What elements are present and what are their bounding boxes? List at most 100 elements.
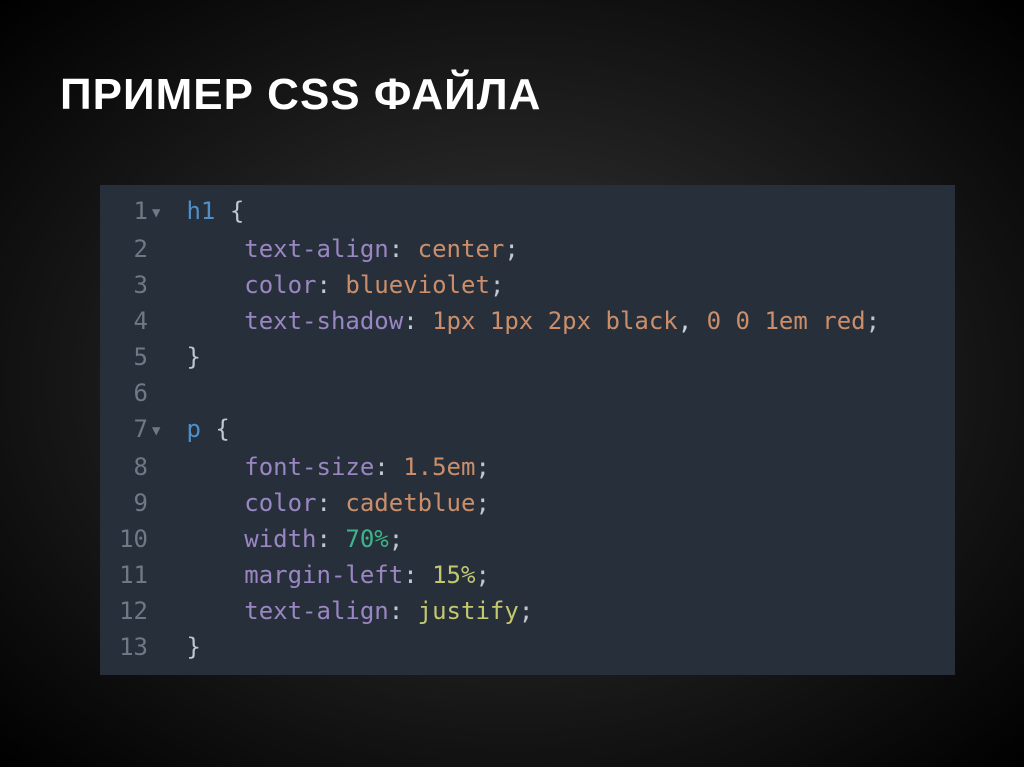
code-token: : [389,235,418,263]
code-token: : [403,307,432,335]
code-token [172,525,244,553]
code-content: h1 { [170,193,244,231]
fold-icon[interactable]: ▼ [152,411,170,449]
page-title: ПРИМЕР CSS ФАЙЛА [60,70,964,120]
code-token: margin-left [244,561,403,589]
code-token: ; [389,525,403,553]
code-token: 70% [345,525,388,553]
code-content: color: blueviolet; [170,267,504,303]
code-line: 12 text-align: justify; [100,593,955,629]
code-token [215,197,229,225]
code-content: font-size: 1.5em; [170,449,490,485]
line-number: 9 [100,485,152,521]
code-token: blueviolet [345,271,490,299]
code-token [172,561,244,589]
code-token: : [374,453,403,481]
code-token: justify [418,597,519,625]
line-number: 3 [100,267,152,303]
code-token: { [215,415,229,443]
code-block: 1▼ h1 {2 text-align: center;3 color: blu… [100,185,955,675]
code-token: ; [866,307,880,335]
code-token: } [186,633,200,661]
code-token [172,271,244,299]
code-token: 0 0 1em red [707,307,866,335]
code-line: 10 width: 70%; [100,521,955,557]
code-token: ; [475,561,489,589]
code-content: text-align: center; [170,231,519,267]
slide: ПРИМЕР CSS ФАЙЛА 1▼ h1 {2 text-align: ce… [0,0,1024,675]
line-number: 6 [100,375,152,411]
code-line: 2 text-align: center; [100,231,955,267]
line-number: 8 [100,449,152,485]
code-token [172,235,244,263]
code-token: } [186,343,200,371]
code-token: color [244,271,316,299]
line-number: 10 [100,521,152,557]
fold-icon [152,231,170,267]
fold-icon [152,267,170,303]
code-line: 13 } [100,629,955,665]
code-content: text-align: justify; [170,593,533,629]
line-number: 12 [100,593,152,629]
code-token: : [317,525,346,553]
code-token: center [418,235,505,263]
line-number: 1 [100,193,152,231]
code-content: width: 70%; [170,521,403,557]
code-token: text-align [244,597,389,625]
code-token [172,453,244,481]
code-token [172,415,186,443]
code-token: : [317,271,346,299]
code-token: width [244,525,316,553]
line-number: 4 [100,303,152,339]
code-token: , [678,307,707,335]
code-line: 3 color: blueviolet; [100,267,955,303]
code-token [172,597,244,625]
code-token: : [317,489,346,517]
code-content [170,375,186,411]
code-token [172,197,186,225]
fold-icon [152,375,170,411]
line-number: 11 [100,557,152,593]
code-token: ; [475,489,489,517]
fold-icon [152,303,170,339]
code-line: 7▼ p { [100,411,955,449]
code-token: 15% [432,561,475,589]
fold-icon [152,485,170,521]
code-line: 9 color: cadetblue; [100,485,955,521]
fold-icon [152,449,170,485]
fold-icon [152,593,170,629]
code-token: ; [519,597,533,625]
code-token [172,489,244,517]
code-line: 6 [100,375,955,411]
code-token: 1.5em [403,453,475,481]
code-content: color: cadetblue; [170,485,490,521]
code-token: text-shadow [244,307,403,335]
code-line: 1▼ h1 { [100,193,955,231]
code-token [172,343,186,371]
code-token [172,633,186,661]
code-token [201,415,215,443]
fold-icon [152,557,170,593]
code-content: text-shadow: 1px 1px 2px black, 0 0 1em … [170,303,880,339]
fold-icon [152,339,170,375]
code-token [172,379,186,407]
code-token: font-size [244,453,374,481]
fold-icon[interactable]: ▼ [152,193,170,231]
code-token: h1 [186,197,215,225]
line-number: 7 [100,411,152,449]
code-token: color [244,489,316,517]
code-token: ; [475,453,489,481]
code-line: 8 font-size: 1.5em; [100,449,955,485]
code-content: } [170,339,201,375]
code-token: 1px 1px 2px black [432,307,678,335]
code-token: p [186,415,200,443]
code-line: 5 } [100,339,955,375]
code-content: margin-left: 15%; [170,557,490,593]
code-token [172,307,244,335]
code-token: ; [504,235,518,263]
code-line: 11 margin-left: 15%; [100,557,955,593]
code-token: { [230,197,244,225]
code-token: ; [490,271,504,299]
code-token: cadetblue [345,489,475,517]
fold-icon [152,629,170,665]
